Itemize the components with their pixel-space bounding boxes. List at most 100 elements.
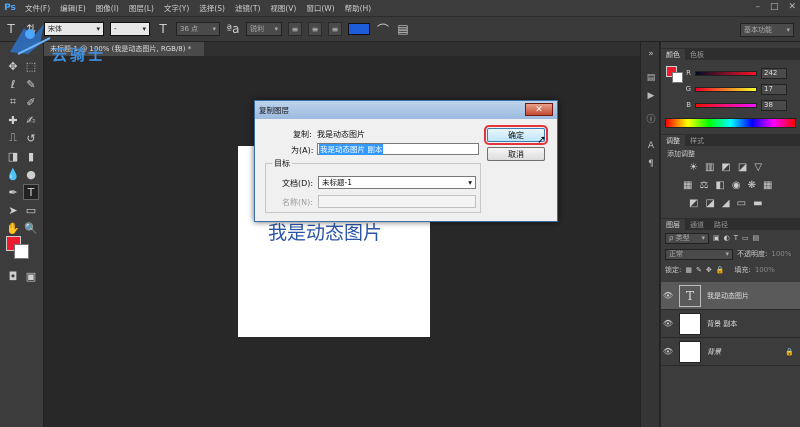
tab-paths[interactable]: 路径 [709,219,733,230]
posterize-icon[interactable]: ◪ [705,198,714,209]
close-icon[interactable]: ✕ [788,2,796,12]
background-color-swatch[interactable] [14,244,29,259]
fill-value[interactable]: 100% [755,266,775,274]
dialog-close-button[interactable]: ✕ [525,103,553,116]
menu-file[interactable]: 文件(F) [20,3,55,14]
layer-name[interactable]: 背景 副本 [707,319,737,329]
actions-panel-icon[interactable]: ▶ [645,90,657,102]
lock-pixels-icon[interactable]: ✎ [696,266,702,274]
red-value[interactable]: 242 [761,67,787,79]
paragraph-panel-icon[interactable]: ¶ [645,158,657,170]
visibility-eye-icon[interactable]: 👁 [661,347,675,356]
maximize-icon[interactable]: □ [770,2,779,12]
layer-filter-select[interactable]: ρ 类型 ▾ [665,232,709,244]
levels-icon[interactable]: ▥ [705,162,714,173]
gradient-tool-icon[interactable]: ▮ [23,148,39,164]
green-value[interactable]: 17 [761,83,787,95]
lock-transparent-icon[interactable]: ▦ [685,266,692,274]
visibility-eye-icon[interactable]: 👁 [661,291,675,300]
crop-tool-icon[interactable]: ⌗ [5,94,21,110]
cancel-button[interactable]: 取消 [487,147,545,161]
menu-window[interactable]: 窗口(W) [301,3,339,14]
align-left-button[interactable]: ≡ [288,22,302,36]
black-white-icon[interactable]: ◧ [715,180,724,191]
character-panel-icon[interactable]: ▤ [396,22,410,36]
brush-tool-icon[interactable]: ✍ [23,112,39,128]
workspace-select[interactable]: 基本功能 ▾ [740,23,794,37]
lasso-tool-icon[interactable]: ℓ [5,76,21,92]
menu-view[interactable]: 视图(V) [265,3,301,14]
brightness-icon[interactable]: ☀ [689,162,698,173]
tab-channels[interactable]: 通道 [685,219,709,230]
quick-mask-icon[interactable]: ◘ [5,268,21,284]
layer-row-bg-copy[interactable]: 👁 背景 副本 [661,310,800,338]
healing-brush-icon[interactable]: ✚ [5,112,21,128]
path-select-icon[interactable]: ➤ [5,202,21,218]
canvas-text-layer[interactable]: 我是动态图片 [268,218,382,245]
vibrance-icon[interactable]: ▽ [754,162,762,173]
history-brush-icon[interactable]: ↺ [23,130,39,146]
warp-text-icon[interactable]: ⌒ [376,21,390,38]
color-balance-icon[interactable]: ⚖ [699,180,708,191]
eraser-tool-icon[interactable]: ◨ [5,148,21,164]
lock-all-icon[interactable]: 🔒 [716,266,725,274]
exposure-icon[interactable]: ◪ [738,162,747,173]
gradient-map-icon[interactable]: ▬ [753,198,762,209]
character-panel-icon[interactable]: A [645,140,657,152]
history-panel-icon[interactable]: ▤ [645,72,657,84]
menu-layer[interactable]: 图层(L) [124,3,159,14]
layer-name[interactable]: 我是动态图片 [707,291,749,301]
lock-position-icon[interactable]: ✥ [706,266,712,274]
invert-icon[interactable]: ◩ [689,198,698,209]
green-slider[interactable] [695,86,757,92]
menu-edit[interactable]: 编辑(E) [55,3,91,14]
menu-select[interactable]: 选择(S) [194,3,230,14]
layer-name[interactable]: 背景 [707,347,721,357]
menu-help[interactable]: 帮助(H) [340,3,377,14]
selective-color-icon[interactable]: ▭ [737,198,746,209]
minimize-icon[interactable]: – [755,2,760,12]
filter-shape-icon[interactable]: ▭ [742,234,749,242]
eyedropper-tool-icon[interactable]: ✐ [23,94,39,110]
collapse-icon[interactable]: » [645,48,657,60]
hand-tool-icon[interactable]: ✋ [5,220,21,236]
blue-slider[interactable] [695,102,757,108]
tab-color[interactable]: 颜色 [661,49,685,60]
filter-type-icon[interactable]: T [734,234,738,242]
tab-styles[interactable]: 样式 [685,135,709,146]
menu-type[interactable]: 文字(Y) [159,3,194,14]
pen-tool-icon[interactable]: ✒ [5,184,21,200]
tab-swatches[interactable]: 色板 [685,49,709,60]
layer-row-text[interactable]: 👁 T 我是动态图片 [661,282,800,310]
zoom-tool-icon[interactable]: 🔍 [23,220,39,236]
channel-mixer-icon[interactable]: ❋ [748,180,756,191]
menu-image[interactable]: 图像(I) [91,3,124,14]
blur-tool-icon[interactable]: 💧 [5,166,21,182]
filter-smart-icon[interactable]: ▤ [753,234,760,242]
blend-mode-select[interactable]: 正常 ▾ [665,248,733,260]
text-color-swatch[interactable] [348,23,370,35]
antialias-select[interactable]: 锐利 ▾ [246,22,282,36]
curves-icon[interactable]: ◩ [721,162,730,173]
opacity-value[interactable]: 100% [771,250,791,258]
document-select[interactable]: 未标题-1 ▾ [318,176,476,189]
quick-select-tool-icon[interactable]: ✎ [23,76,39,92]
filter-adjust-icon[interactable]: ◐ [724,234,730,242]
info-panel-icon[interactable]: ⓘ [645,112,657,125]
type-tool-icon[interactable]: T [23,184,39,200]
color-lookup-icon[interactable]: ▦ [763,180,772,191]
align-right-button[interactable]: ≡ [328,22,342,36]
layer-row-background[interactable]: 👁 背景 🔒 [661,338,800,366]
font-size-select[interactable]: 36 点 ▾ [176,22,220,36]
dodge-tool-icon[interactable]: ● [23,166,39,182]
shape-tool-icon[interactable]: ▭ [23,202,39,218]
align-center-button[interactable]: ≡ [308,22,322,36]
color-spectrum[interactable] [665,118,796,128]
red-slider[interactable] [695,70,757,76]
tab-adjustments[interactable]: 调整 [661,135,685,146]
filter-pixel-icon[interactable]: ▣ [713,234,720,242]
menu-filter[interactable]: 滤镜(T) [230,3,265,14]
hue-sat-icon[interactable]: ▦ [683,180,692,191]
threshold-icon[interactable]: ◢ [722,198,730,209]
clone-stamp-icon[interactable]: ⎍ [5,130,21,146]
